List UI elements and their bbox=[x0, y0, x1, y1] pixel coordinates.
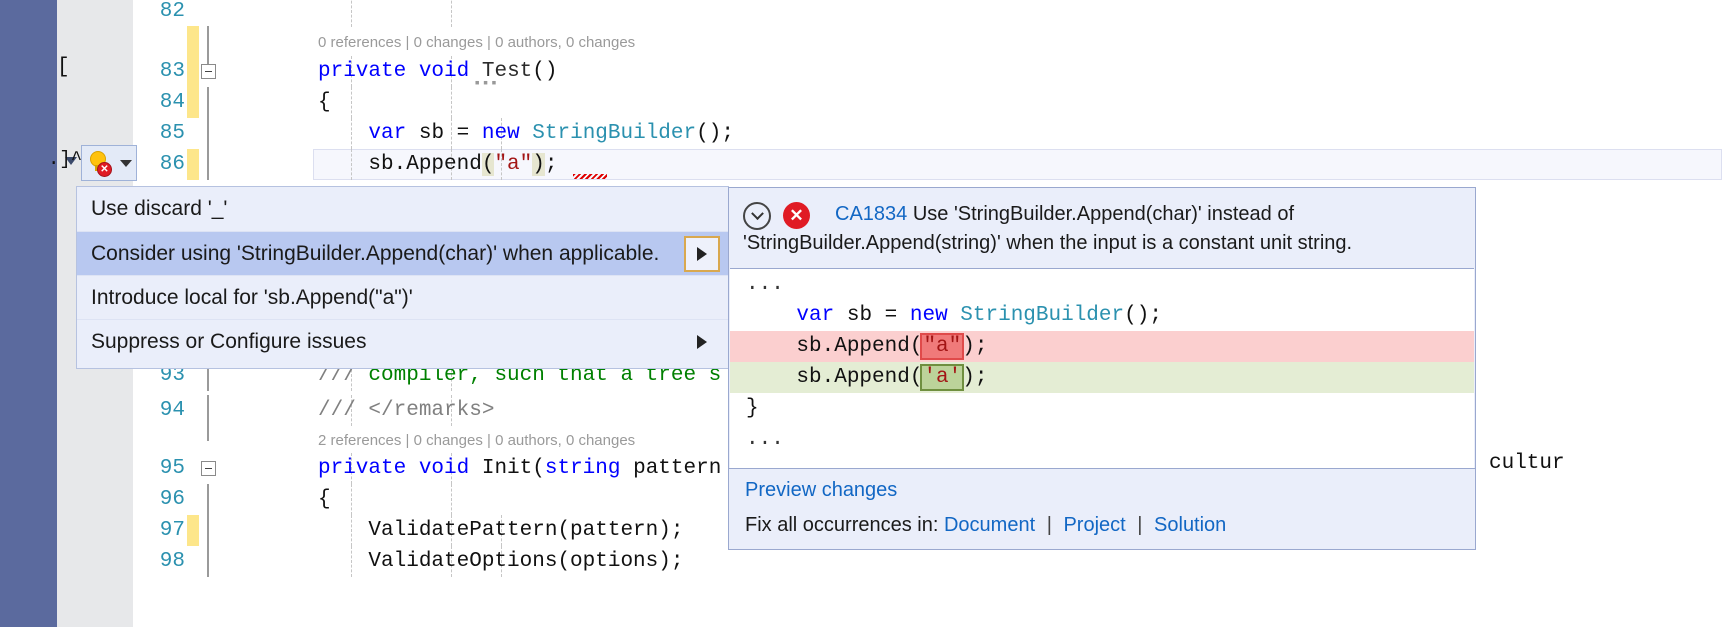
fix-all-occurrences-row: Fix all occurrences in: Document | Proje… bbox=[745, 514, 1461, 537]
fix-all-project-link[interactable]: Project bbox=[1063, 514, 1125, 536]
quick-actions-lightbulb-button[interactable]: ✕ bbox=[81, 145, 137, 181]
chevron-down-icon[interactable] bbox=[120, 159, 132, 167]
quick-action-label: Introduce local for 'sb.Append("a")' bbox=[91, 285, 413, 309]
diff-line-context: var sb = new StringBuilder(); bbox=[796, 304, 1162, 327]
code-line-row[interactable]: 82 bbox=[133, 0, 1722, 27]
preview-header: ✕ CA1834 Use 'StringBuilder.Append(char)… bbox=[729, 188, 1475, 268]
code-text: { bbox=[318, 488, 331, 511]
diagnostic-title-line1: Use 'StringBuilder.Append(char)' instead… bbox=[912, 203, 1295, 225]
preview-changes-link[interactable]: Preview changes bbox=[745, 479, 1461, 502]
line-number: 94 bbox=[159, 399, 185, 422]
line-number: 98 bbox=[159, 550, 185, 573]
chevron-right-icon bbox=[697, 335, 707, 349]
code-text: { bbox=[318, 91, 331, 114]
outlining-vertical-line bbox=[207, 149, 209, 180]
outlining-vertical-line bbox=[207, 515, 209, 546]
left-document-rail bbox=[0, 0, 57, 627]
indent-guide bbox=[451, 87, 452, 118]
diagnostic-title: CA1834 Use 'StringBuilder.Append(char)' … bbox=[743, 200, 1461, 258]
fix-all-solution-link[interactable]: Solution bbox=[1154, 514, 1226, 536]
line-number: 96 bbox=[159, 488, 185, 511]
change-indicator-bar bbox=[187, 149, 199, 180]
diff-line-context: ... bbox=[746, 273, 784, 296]
indent-guide bbox=[351, 87, 352, 118]
quick-action-item-introduce-local[interactable]: Introduce local for 'sb.Append("a")' bbox=[77, 275, 728, 319]
code-line-row[interactable]: 85 var sb = new StringBuilder(); bbox=[133, 118, 1722, 149]
quick-action-item-use-discard[interactable]: Use discard '_' bbox=[77, 187, 728, 231]
separator: | bbox=[1137, 514, 1143, 536]
separator: | bbox=[1046, 514, 1052, 536]
outlining-vertical-line bbox=[207, 546, 209, 577]
rule-id[interactable]: CA1834 bbox=[835, 203, 907, 225]
quick-action-item-append-char[interactable]: Consider using 'StringBuilder.Append(cha… bbox=[77, 231, 728, 275]
code-text: private void Init(string pattern bbox=[318, 457, 722, 480]
diff-preview-code: ... var sb = new StringBuilder(); sb.App… bbox=[730, 268, 1474, 468]
quick-actions-menu[interactable]: Use discard '_' Consider using 'StringBu… bbox=[76, 186, 729, 369]
collapse-region-button[interactable] bbox=[201, 64, 216, 79]
line-number: 85 bbox=[159, 122, 185, 145]
diff-line-context: } bbox=[746, 397, 759, 420]
quick-action-label: Suppress or Configure issues bbox=[91, 329, 367, 353]
code-text: ValidatePattern(pattern); bbox=[318, 519, 684, 542]
preview-footer: Preview changes Fix all occurrences in: … bbox=[729, 468, 1475, 549]
indent-guide bbox=[451, 484, 452, 515]
chevron-down-circle-icon[interactable] bbox=[743, 202, 771, 230]
error-icon: ✕ bbox=[783, 202, 810, 229]
fix-all-label: Fix all occurrences in: bbox=[745, 514, 939, 536]
line-number: 95 bbox=[159, 457, 185, 480]
code-line-row[interactable]: 98 ValidateOptions(options); bbox=[133, 546, 1722, 577]
code-text: sb.Append("a"); bbox=[318, 153, 558, 176]
lightbulb-error-icon: ✕ bbox=[86, 150, 112, 177]
outlining-vertical-line bbox=[207, 118, 209, 149]
outlining-vertical-line bbox=[207, 484, 209, 515]
outlining-vertical-line bbox=[207, 395, 209, 441]
outlining-vertical-line bbox=[207, 87, 209, 118]
indent-guide bbox=[451, 0, 452, 27]
code-text: private void Test() bbox=[318, 60, 558, 83]
diagnostic-preview-flyout[interactable]: ✕ CA1834 Use 'StringBuilder.Append(char)… bbox=[728, 187, 1476, 550]
indent-guide bbox=[351, 0, 352, 27]
error-squiggle bbox=[573, 174, 607, 179]
left-fragment-bracket: [ bbox=[57, 56, 70, 79]
quick-action-label: Use discard '_' bbox=[91, 197, 228, 220]
diagnostic-title-line2: 'StringBuilder.Append(string)' when the … bbox=[743, 232, 1353, 254]
left-fragment-caret: .]^ bbox=[48, 148, 83, 170]
diff-line-added: sb.Append('a'); bbox=[730, 362, 1474, 393]
code-text: ValidateOptions(options); bbox=[318, 550, 684, 573]
error-badge-icon: ✕ bbox=[97, 162, 112, 177]
line-number: 84 bbox=[159, 91, 185, 114]
line-number: 86 bbox=[159, 153, 185, 176]
code-text: /// </remarks> bbox=[318, 399, 495, 422]
diff-line-removed: sb.Append("a"); bbox=[730, 331, 1474, 362]
collapse-region-button[interactable] bbox=[201, 461, 216, 476]
submenu-expand-button[interactable] bbox=[684, 324, 720, 360]
quick-action-label: Consider using 'StringBuilder.Append(cha… bbox=[91, 241, 660, 265]
fix-all-document-link[interactable]: Document bbox=[944, 514, 1035, 536]
code-line-row[interactable]: 83 private void Test() ▪▪▪ bbox=[133, 26, 1722, 118]
line-number: 83 bbox=[159, 60, 185, 83]
line-number: 97 bbox=[159, 519, 185, 542]
right-edge-fragment: cultur bbox=[1489, 452, 1565, 475]
change-indicator-bar bbox=[187, 515, 199, 546]
code-line-row[interactable]: 84 { bbox=[133, 87, 1722, 118]
code-text: var sb = new StringBuilder(); bbox=[368, 122, 734, 145]
codelens-line-83[interactable]: 0 references | 0 changes | 0 authors, 0 … bbox=[318, 32, 635, 54]
diff-line-context: ... bbox=[746, 428, 784, 451]
codelens-line-95[interactable]: 2 references | 0 changes | 0 authors, 0 … bbox=[318, 430, 635, 452]
line-number: 82 bbox=[159, 0, 185, 23]
code-line-row-current[interactable]: 86 sb.Append("a"); bbox=[133, 149, 1722, 180]
quick-action-item-suppress-configure[interactable]: Suppress or Configure issues bbox=[77, 319, 728, 363]
chevron-right-icon bbox=[697, 247, 707, 261]
submenu-expand-button[interactable] bbox=[684, 236, 720, 272]
indent-guide bbox=[351, 484, 352, 515]
